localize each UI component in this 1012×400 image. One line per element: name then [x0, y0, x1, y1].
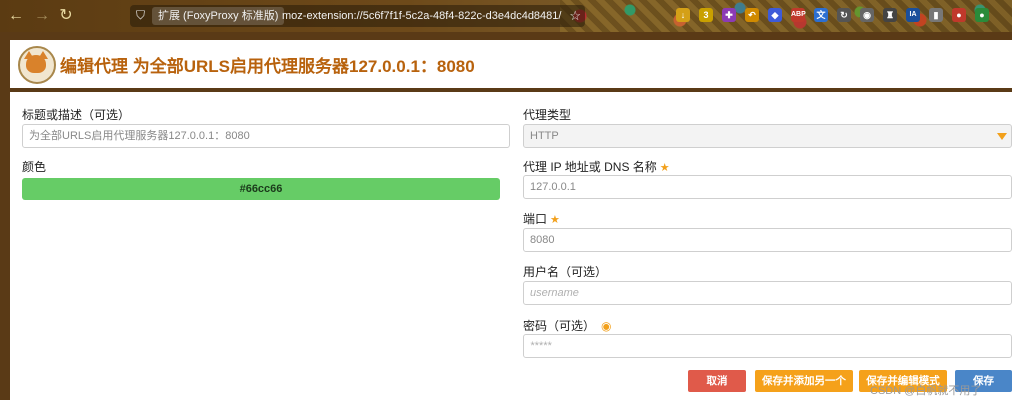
url-text[interactable]: moz-extension://5c6f7f1f-5c2a-48f4-822c-…	[282, 8, 562, 24]
cancel-button[interactable]: 取消	[688, 370, 746, 392]
title-input[interactable]: 为全部URLS启用代理服务器127.0.0.1：8080	[22, 124, 510, 148]
password-label: 密码（可选） ◉	[523, 317, 612, 334]
extension-identity-chip[interactable]: 扩展 (FoxyProxy 标准版)	[152, 7, 285, 25]
theme-background	[560, 0, 1012, 32]
color-picker[interactable]: #66cc66	[22, 178, 500, 200]
host-label: 代理 IP 地址或 DNS 名称 ★	[523, 158, 670, 175]
host-label-text: 代理 IP 地址或 DNS 名称	[523, 160, 657, 174]
shield-icon[interactable]: ⛉	[136, 8, 148, 23]
password-input[interactable]: *****	[523, 334, 1012, 358]
color-label: 颜色	[22, 160, 47, 174]
back-button[interactable]: ←	[6, 6, 26, 26]
foxyproxy-edit-page: 编辑代理 为全部URLS启用代理服务器127.0.0.1：8080 标题或描述（…	[10, 40, 1012, 400]
ia-icon[interactable]: IA	[906, 8, 920, 22]
username-input[interactable]: username	[523, 281, 1012, 305]
abp-icon[interactable]: ABP	[791, 8, 806, 22]
page-header: 编辑代理 为全部URLS启用代理服务器127.0.0.1：8080	[10, 40, 1012, 92]
required-star-icon: ★	[659, 162, 670, 174]
dropdown-caret-icon[interactable]	[997, 133, 1007, 140]
profile-icon[interactable]: ◉	[860, 8, 874, 22]
puzzle-icon[interactable]: ✚	[722, 8, 736, 22]
badge-icon[interactable]: 3	[699, 8, 713, 22]
watermark: CSDN @白帆就不用了	[870, 385, 982, 397]
shield-ext-icon[interactable]: ♜	[883, 8, 897, 22]
undo-icon[interactable]: ↶	[745, 8, 759, 22]
bookmark-star-icon[interactable]: ☆	[569, 7, 581, 25]
forward-button[interactable]: →	[32, 6, 52, 26]
proxy-type-value: HTTP	[530, 130, 559, 142]
cube-icon[interactable]: ◆	[768, 8, 782, 22]
reload-button[interactable]: ↻	[56, 6, 76, 26]
password-label-text: 密码（可选）	[523, 319, 596, 333]
page-title: 编辑代理 为全部URLS启用代理服务器127.0.0.1：8080	[60, 57, 475, 76]
username-label: 用户名（可选）	[523, 265, 608, 279]
host-input[interactable]: 127.0.0.1	[523, 175, 1012, 199]
required-star-icon: ★	[550, 214, 560, 226]
translate-icon[interactable]: 文	[814, 8, 828, 22]
foxyproxy-logo-icon	[18, 46, 56, 84]
refresh-ext-icon[interactable]: ↻	[837, 8, 851, 22]
address-bar[interactable]: ⛉ 扩展 (FoxyProxy 标准版) moz-extension://5c6…	[130, 5, 585, 27]
port-label: 端口 ★	[523, 210, 560, 227]
port-label-text: 端口	[523, 212, 548, 226]
port-input[interactable]: 8080	[523, 228, 1012, 252]
save-and-add-another-button[interactable]: 保存并添加另一个	[755, 370, 853, 392]
proxy-type-select[interactable]: HTTP	[523, 124, 1012, 148]
show-password-eye-icon[interactable]: ◉	[601, 319, 611, 333]
color-value: #66cc66	[239, 183, 283, 195]
red-ext-icon[interactable]: ●	[952, 8, 966, 22]
foxyproxy-ext-icon[interactable]: ●	[975, 8, 989, 22]
bookmark-ext-icon[interactable]: ▮	[929, 8, 943, 22]
download-icon[interactable]: ↓	[676, 8, 690, 22]
proxy-type-label: 代理类型	[523, 108, 572, 122]
browser-toolbar: ← → ↻ ⛉ 扩展 (FoxyProxy 标准版) moz-extension…	[0, 0, 1012, 32]
title-label: 标题或描述（可选）	[22, 108, 131, 122]
